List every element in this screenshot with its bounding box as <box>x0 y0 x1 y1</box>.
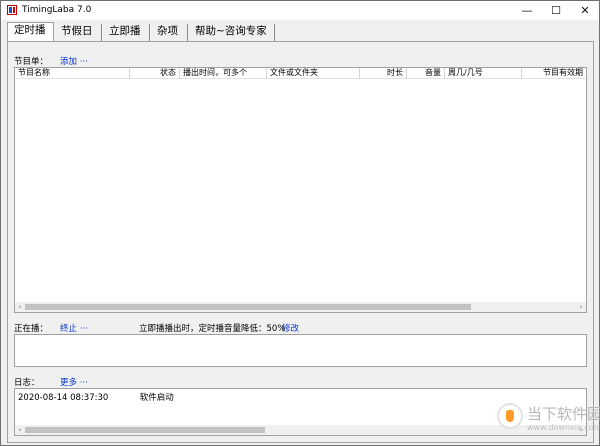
scroll-left-arrow-icon[interactable]: ‹ <box>15 302 25 312</box>
log-scroll-left-arrow-icon[interactable]: ‹ <box>15 425 25 435</box>
program-table-scrollbar[interactable]: ‹ › <box>15 302 586 312</box>
tab-help-consult[interactable]: 帮助~咨询专家 <box>189 24 275 41</box>
stop-link[interactable]: 终止 ··· <box>60 322 88 334</box>
col-volume[interactable]: 音量 <box>407 68 445 79</box>
watermark-text: 当下软件园 <box>527 405 600 423</box>
title-bar: TimingLaba 7.0 — ☐ ✕ <box>1 1 599 20</box>
tab-content: 节目单： 添加 ··· 节目名称 状态 播出时间，可多个 文件或文件夹 时长 音… <box>7 41 594 443</box>
tab-misc[interactable]: 杂项 <box>151 24 188 41</box>
edit-volume-link[interactable]: 修改 <box>282 322 299 334</box>
col-weekday-date[interactable]: 周几/几号 <box>445 68 522 79</box>
now-playing-box <box>14 334 587 367</box>
tab-holidays[interactable]: 节假日 <box>55 24 102 41</box>
tab-play-now[interactable]: 立即播 <box>103 24 150 41</box>
minimize-button[interactable]: — <box>513 1 541 20</box>
program-section: 节目单： 添加 ··· 节目名称 状态 播出时间，可多个 文件或文件夹 时长 音… <box>8 42 593 322</box>
log-scroll-thumb[interactable] <box>25 427 265 433</box>
tab-scheduled-play[interactable]: 定时播 <box>7 22 54 43</box>
now-playing-section: 正在播： 终止 ··· 立即播播出时，定时播音量降低：50% 修改 <box>8 322 593 372</box>
log-entry-time: 2020-08-14 08:37:30 <box>18 393 109 403</box>
maximize-button[interactable]: ☐ <box>542 1 570 20</box>
app-logo-icon <box>7 5 17 15</box>
scroll-right-arrow-icon[interactable]: › <box>576 302 586 312</box>
log-entry-message: 软件启动 <box>139 393 174 403</box>
watermark-url: www.downxia.com <box>527 423 600 432</box>
scroll-thumb[interactable] <box>25 304 471 310</box>
col-air-times[interactable]: 播出时间，可多个 <box>180 68 267 79</box>
program-list-label: 节目单： <box>14 57 49 67</box>
watermark-logo-icon <box>497 403 523 429</box>
program-table-header: 节目名称 状态 播出时间，可多个 文件或文件夹 时长 音量 周几/几号 节目有效… <box>15 68 586 79</box>
col-program-name[interactable]: 节目名称 <box>15 68 130 79</box>
now-playing-label: 正在播： <box>14 324 49 334</box>
window-title: TimingLaba 7.0 <box>22 5 92 15</box>
more-log-link[interactable]: 更多 ··· <box>60 376 88 388</box>
volume-reduction-info: 立即播播出时，定时播音量降低：50% <box>139 324 286 334</box>
col-status[interactable]: 状态 <box>130 68 180 79</box>
program-table[interactable]: 节目名称 状态 播出时间，可多个 文件或文件夹 时长 音量 周几/几号 节目有效… <box>14 67 587 313</box>
col-file-or-folder[interactable]: 文件或文件夹 <box>267 68 360 79</box>
col-valid-period[interactable]: 节目有效期 <box>522 68 586 79</box>
watermark: 当下软件园 www.downxia.com <box>491 399 600 445</box>
log-entry: 2020-08-14 08:37:30 软件启动 <box>18 391 174 403</box>
app-window: TimingLaba 7.0 — ☐ ✕ 定时播 节假日 立即播 杂项 帮助~咨… <box>0 0 600 446</box>
log-label: 日志： <box>14 378 40 388</box>
col-duration[interactable]: 时长 <box>360 68 407 79</box>
add-program-link[interactable]: 添加 ··· <box>60 55 88 67</box>
close-button[interactable]: ✕ <box>571 1 599 20</box>
